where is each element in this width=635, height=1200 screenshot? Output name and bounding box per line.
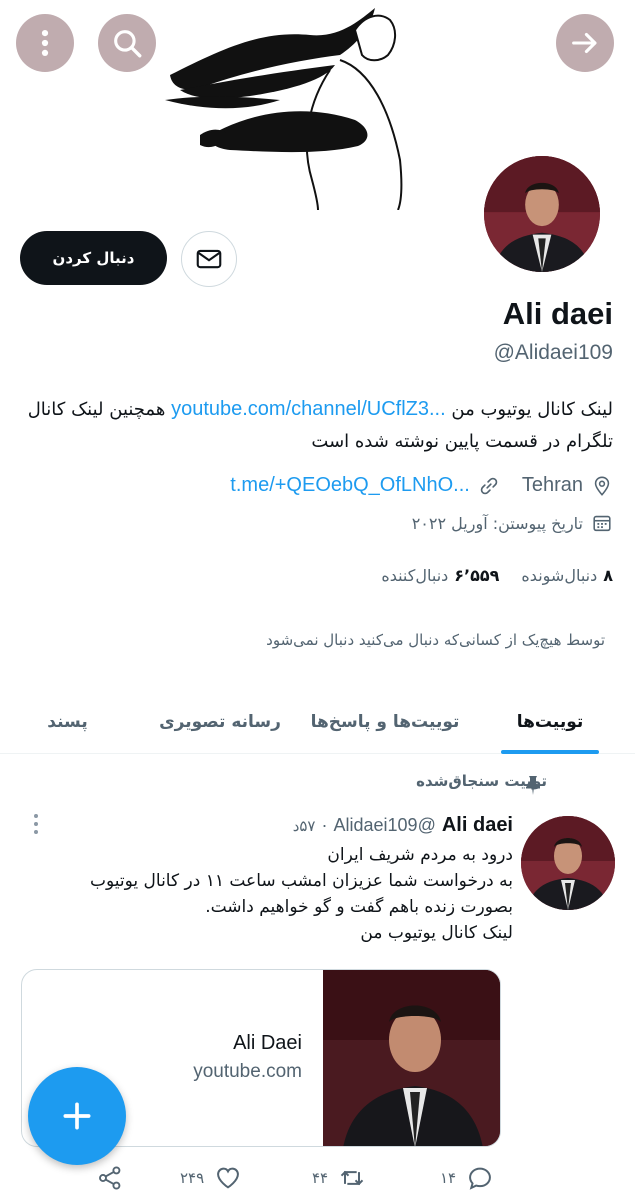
card-photo bbox=[323, 970, 500, 1146]
joined-date: تاریخ پیوستن: آوریل ۲۰۲۲ bbox=[411, 513, 583, 533]
avatar-photo bbox=[521, 816, 615, 910]
pinned-tweet-label: توییت سنجاق‌شده bbox=[416, 772, 547, 790]
retweet-icon bbox=[340, 1170, 364, 1186]
forward-button[interactable] bbox=[556, 14, 614, 72]
profile-bio: لینک کانال یوتیوب من youtube.com/channel… bbox=[23, 393, 613, 458]
arrow-right-icon bbox=[572, 32, 597, 54]
following-label: دنبال‌شونده bbox=[521, 566, 598, 585]
search-button[interactable] bbox=[98, 14, 156, 72]
tab-likes[interactable]: پسند bbox=[0, 690, 135, 754]
tweet-author-avatar[interactable] bbox=[521, 816, 615, 910]
tweet-author-name[interactable]: Ali daei bbox=[442, 814, 513, 837]
mail-icon bbox=[196, 249, 222, 269]
more-vertical-icon bbox=[41, 29, 49, 57]
following-link[interactable]: ۸ دنبال‌شونده bbox=[521, 566, 613, 585]
link-icon bbox=[480, 477, 498, 494]
retweet-count: ۴۴ bbox=[312, 1169, 329, 1187]
tweet-more-icon[interactable] bbox=[26, 812, 46, 838]
retweet-button[interactable]: ۴۴ bbox=[312, 1164, 366, 1192]
following-count: ۸ bbox=[603, 566, 613, 585]
share-button[interactable] bbox=[96, 1164, 124, 1192]
profile-joined: تاریخ پیوستن: آوریل ۲۰۲۲ bbox=[412, 512, 613, 534]
card-title: Ali Daei bbox=[233, 1032, 302, 1054]
card-domain: youtube.com bbox=[193, 1061, 302, 1082]
tweet-actions: ۲۴۹ ۴۴ ۱۴ bbox=[96, 1164, 501, 1200]
reply-icon bbox=[469, 1167, 492, 1190]
like-count: ۲۴۹ bbox=[180, 1169, 205, 1187]
tweet-text-line: لینک کانال یوتیوب من bbox=[360, 923, 513, 943]
compose-tweet-button[interactable] bbox=[28, 1067, 126, 1165]
search-icon bbox=[114, 30, 142, 58]
profile-website-link[interactable]: t.me/+QEOebQ_OfLNhO... bbox=[230, 474, 470, 497]
bio-prefix: لینک کانال یوتیوب من bbox=[451, 399, 613, 420]
calendar-icon bbox=[593, 515, 611, 532]
tab-media[interactable]: رسانه تصویری bbox=[135, 690, 305, 754]
like-button[interactable]: ۲۴۹ bbox=[180, 1164, 242, 1192]
tweet-separator: · bbox=[321, 815, 328, 835]
followers-link[interactable]: ۶٬۵۵۹ دنبال‌کننده bbox=[381, 566, 499, 585]
avatar-photo bbox=[484, 156, 600, 272]
tweet-time[interactable]: ۵۷د bbox=[293, 817, 316, 835]
plus-icon bbox=[63, 1102, 91, 1130]
followers-label: دنبال‌کننده bbox=[381, 566, 449, 585]
tab-tweets-and-replies[interactable]: توییت‌ها و پاسخ‌ها bbox=[305, 690, 465, 754]
more-options-button[interactable] bbox=[16, 14, 74, 72]
tweet-text-line: درود به مردم شریف ایران bbox=[327, 845, 513, 865]
followers-count: ۶٬۵۵۹ bbox=[454, 566, 500, 585]
reply-count: ۱۴ bbox=[440, 1169, 457, 1187]
profile-meta-row: Tehran t.me/+QEOebQ_OfLNhO... bbox=[23, 474, 613, 497]
not-followed-notice: توسط هیچ‌یک از کسانی‌که دنبال می‌کنید دن… bbox=[266, 631, 605, 649]
profile-avatar[interactable] bbox=[480, 152, 604, 276]
card-thumbnail bbox=[323, 970, 500, 1146]
tweet-header: Ali daei @Alidaei109 · ۵۷د bbox=[293, 814, 513, 837]
reply-button[interactable]: ۱۴ bbox=[440, 1164, 494, 1192]
tweet-text: درود به مردم شریف ایران به درخواست شما ع… bbox=[33, 842, 513, 946]
follow-button[interactable]: دنبال کردن bbox=[20, 231, 167, 285]
heart-icon bbox=[217, 1167, 240, 1189]
follow-counts: ۸ دنبال‌شونده ۶٬۵۵۹ دنبال‌کننده bbox=[359, 566, 613, 585]
profile-handle: @Alidaei109 bbox=[493, 341, 613, 364]
profile-tabs: توییت‌ها توییت‌ها و پاسخ‌ها رسانه تصویری… bbox=[0, 690, 635, 754]
profile-location: Tehran bbox=[521, 474, 583, 496]
banner-illustration bbox=[165, 8, 403, 210]
profile-name: Ali daei bbox=[502, 296, 613, 331]
tweet-author-handle[interactable]: @Alidaei109 bbox=[334, 815, 436, 836]
share-icon bbox=[99, 1166, 121, 1190]
tweet-text-line: به درخواست شما عزیزان امشب ساعت ۱۱ در کا… bbox=[89, 871, 513, 917]
message-button[interactable] bbox=[181, 231, 237, 287]
bio-youtube-link[interactable]: youtube.com/channel/UCflZ3... bbox=[171, 398, 446, 420]
location-icon bbox=[594, 476, 610, 496]
tab-tweets[interactable]: توییت‌ها bbox=[465, 690, 635, 754]
